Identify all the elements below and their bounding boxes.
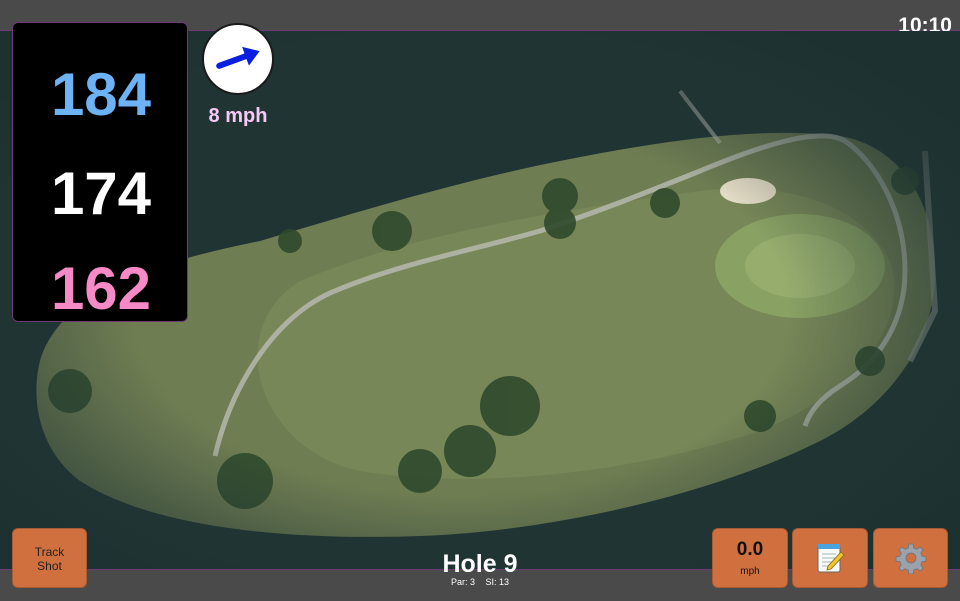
hole-meta: Par: 3 SI: 13 [380,577,580,588]
stroke-index-label: SI: 13 [485,577,510,587]
wind-speed-label: 8 mph [208,105,268,127]
track-label-line1: Track [34,545,65,559]
distance-panel: 184 174 162 [12,22,188,322]
track-shot-button[interactable]: Track Shot [12,528,87,588]
track-label-line2: Shot [37,559,62,573]
speed-unit: mph [740,566,760,577]
hole-title: Hole 9 [442,550,518,578]
speed-value: 0.0 [736,539,764,560]
wind-arrow-icon [216,46,260,69]
settings-button[interactable] [873,528,948,588]
distance-middle: 174 [50,160,152,227]
wind-indicator [202,23,274,95]
scorecard-button[interactable] [792,528,868,588]
distance-front: 162 [50,255,152,322]
gear-icon [895,543,926,574]
par-label: Par: 3 [450,577,475,587]
speed-button[interactable]: 0.0 mph [712,528,788,588]
track-shot-label: Track Shot [13,545,86,573]
notepad-icon [817,544,845,573]
distance-back: 184 [50,61,152,128]
